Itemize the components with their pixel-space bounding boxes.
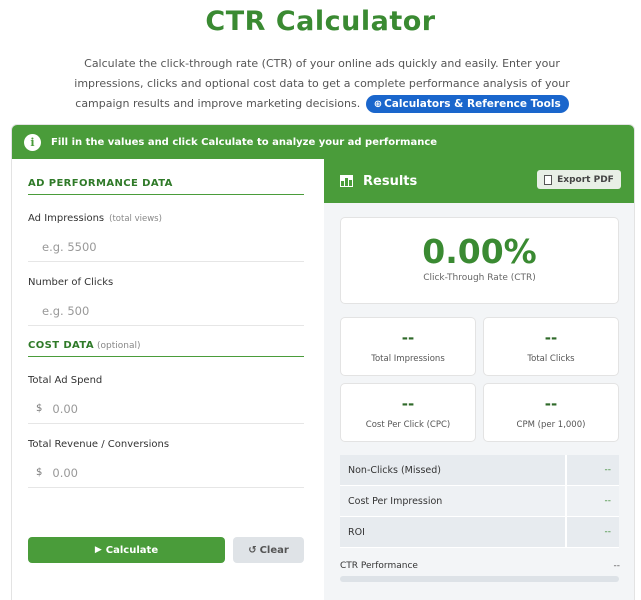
calculate-button[interactable]: ▶ Calculate bbox=[28, 537, 225, 563]
clear-button[interactable]: ↺ Clear bbox=[233, 537, 304, 563]
page-title: CTR Calculator bbox=[205, 6, 436, 37]
stat-card-clicks: -- Total Clicks bbox=[483, 317, 619, 376]
tools-button-label: Calculators & Reference Tools bbox=[384, 98, 561, 110]
spend-currency: $ bbox=[36, 403, 43, 414]
spend-input[interactable]: $0.00 bbox=[28, 394, 304, 424]
chart-icon bbox=[340, 175, 353, 187]
spend-label-text: Total Ad Spend bbox=[28, 375, 103, 386]
revenue-label: Total Revenue / Conversions bbox=[28, 439, 169, 450]
banner-text: Fill in the values and click Calculate t… bbox=[51, 136, 438, 148]
stat-label: Total Clicks bbox=[527, 354, 575, 364]
section-cost-optional: (optional) bbox=[97, 341, 141, 351]
clear-button-label: Clear bbox=[259, 544, 289, 556]
row-value: -- bbox=[604, 527, 612, 537]
row-key: Non-Clicks (Missed) bbox=[340, 455, 567, 485]
stat-card-impressions: -- Total Impressions bbox=[340, 317, 476, 376]
export-pdf-label: Export PDF bbox=[557, 174, 614, 185]
section-ad-performance: AD PERFORMANCE DATA bbox=[28, 178, 304, 195]
stat-value: -- bbox=[544, 329, 558, 347]
clicks-label-text: Number of Clicks bbox=[28, 277, 114, 288]
revenue-input[interactable]: $0.00 bbox=[28, 458, 304, 488]
stat-card-cpc: -- Cost Per Click (CPC) bbox=[340, 383, 476, 442]
impressions-label-text: Ad Impressions bbox=[28, 213, 105, 224]
refresh-icon: ↺ bbox=[248, 544, 257, 556]
play-icon: ▶ bbox=[94, 545, 102, 555]
clicks-input[interactable]: e.g. 500 bbox=[28, 296, 304, 326]
stat-card-cpm: -- CPM (per 1,000) bbox=[483, 383, 619, 442]
plus-circle-icon: ⊕ bbox=[373, 99, 383, 110]
row-key: Cost Per Impression bbox=[340, 486, 567, 516]
results-panel: Results Export PDF 0.00% Click-Through R… bbox=[324, 159, 634, 600]
clicks-label: Number of Clicks bbox=[28, 277, 113, 288]
spend-placeholder: 0.00 bbox=[52, 401, 78, 416]
clicks-placeholder: e.g. 500 bbox=[42, 303, 90, 318]
calculator-card: i Fill in the values and click Calculate… bbox=[11, 124, 635, 600]
results-table: Non-Clicks (Missed) -- Cost Per Impressio… bbox=[340, 455, 619, 548]
revenue-label-text: Total Revenue / Conversions bbox=[28, 439, 170, 450]
stat-label: Cost Per Click (CPC) bbox=[365, 420, 451, 430]
stat-label: Total Impressions bbox=[371, 354, 445, 364]
performance-bar bbox=[340, 576, 619, 582]
impressions-label: Ad Impressions (total views) bbox=[28, 213, 162, 224]
section-cost-data-title: COST DATA bbox=[28, 340, 94, 351]
calculate-button-label: Calculate bbox=[105, 544, 159, 556]
intro-text: Calculate the click-through rate (CTR) o… bbox=[48, 54, 596, 114]
revenue-currency: $ bbox=[36, 467, 43, 478]
performance-value: -- bbox=[613, 561, 621, 571]
impressions-input[interactable]: e.g. 5500 bbox=[28, 232, 304, 262]
impressions-hint: (total views) bbox=[109, 214, 162, 224]
table-row: Non-Clicks (Missed) -- bbox=[340, 455, 619, 486]
section-cost-data: COST DATA (optional) bbox=[28, 340, 304, 357]
stat-value: -- bbox=[544, 395, 558, 413]
table-row: ROI -- bbox=[340, 517, 619, 548]
stat-value: -- bbox=[401, 329, 415, 347]
row-value: -- bbox=[604, 496, 612, 506]
info-banner: i Fill in the values and click Calculate… bbox=[12, 125, 634, 159]
ctr-value: 0.00% bbox=[422, 232, 537, 271]
ctr-result-card: 0.00% Click-Through Rate (CTR) bbox=[340, 217, 619, 304]
stat-label: CPM (per 1,000) bbox=[516, 420, 586, 430]
export-pdf-button[interactable]: Export PDF bbox=[537, 170, 621, 189]
tools-button[interactable]: ⊕ Calculators & Reference Tools bbox=[365, 95, 569, 113]
revenue-placeholder: 0.00 bbox=[52, 465, 78, 480]
row-key: ROI bbox=[340, 517, 567, 547]
ctr-label: Click-Through Rate (CTR) bbox=[423, 273, 536, 283]
results-title: Results bbox=[363, 173, 418, 189]
stat-value: -- bbox=[401, 395, 415, 413]
table-row: Cost Per Impression -- bbox=[340, 486, 619, 517]
performance-label: CTR Performance bbox=[340, 561, 418, 571]
document-icon bbox=[544, 174, 553, 185]
section-ad-performance-title: AD PERFORMANCE DATA bbox=[28, 178, 173, 189]
input-panel: AD PERFORMANCE DATA Ad Impressions (total… bbox=[12, 159, 324, 600]
spend-label: Total Ad Spend bbox=[28, 375, 102, 386]
impressions-placeholder: e.g. 5500 bbox=[42, 239, 97, 254]
results-header: Results Export PDF bbox=[324, 159, 634, 203]
info-icon: i bbox=[24, 133, 41, 151]
row-value: -- bbox=[604, 465, 612, 475]
